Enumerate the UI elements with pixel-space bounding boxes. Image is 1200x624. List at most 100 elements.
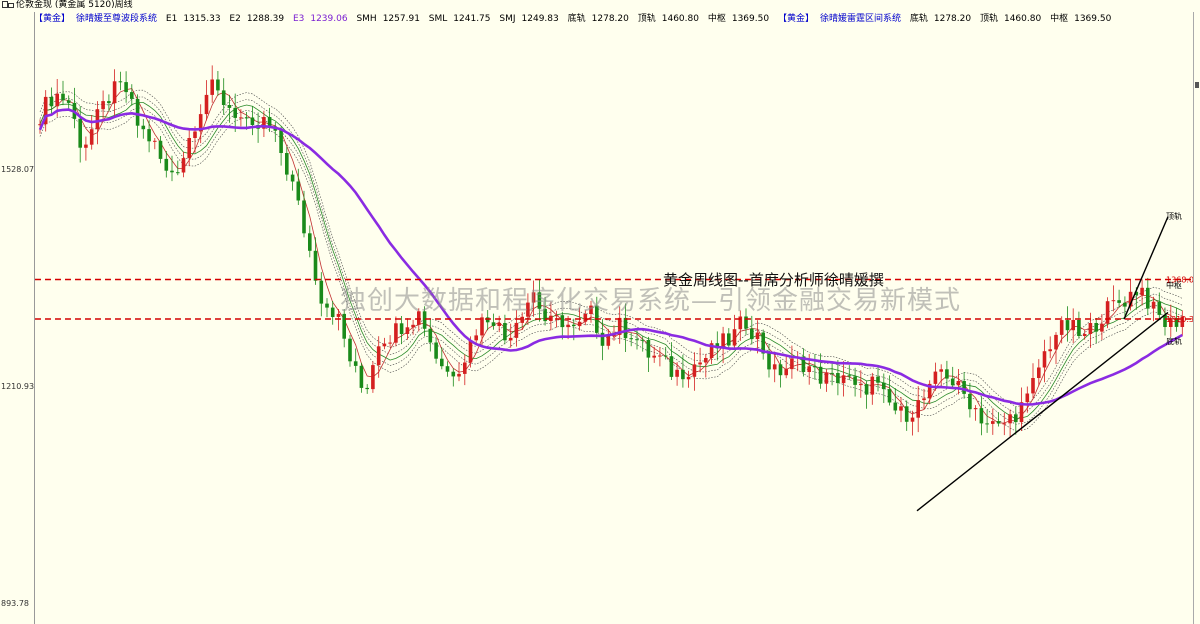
candle-body xyxy=(210,79,214,95)
candle-body xyxy=(49,96,54,107)
candle-body xyxy=(359,365,364,388)
candle-body xyxy=(1140,287,1144,295)
candle-body xyxy=(635,339,639,341)
candle-body xyxy=(468,340,473,363)
candle-body xyxy=(399,323,404,334)
candle-body xyxy=(1157,301,1162,315)
candle-body xyxy=(962,381,966,394)
candle-body xyxy=(1123,302,1127,307)
candle-body xyxy=(204,94,209,115)
candle-body xyxy=(101,101,105,110)
candle-body xyxy=(1100,323,1104,332)
candle-body xyxy=(244,117,249,119)
candle-body xyxy=(1054,334,1058,350)
candle-body xyxy=(870,376,875,395)
candle-body xyxy=(434,342,438,359)
candle-body xyxy=(830,372,834,374)
candle-body xyxy=(1151,301,1156,309)
candle-body xyxy=(445,366,450,372)
candle-body xyxy=(170,170,174,173)
candle-body xyxy=(164,158,169,171)
candle-body xyxy=(296,181,301,201)
candle-body xyxy=(141,125,146,130)
candle-body xyxy=(216,79,220,91)
candle-body xyxy=(859,384,863,386)
candle-body xyxy=(514,322,519,338)
candle-body xyxy=(89,129,94,145)
scroll-marker[interactable] xyxy=(1195,82,1199,88)
candle-body xyxy=(313,250,318,281)
candle-body xyxy=(1111,300,1116,302)
candle-body xyxy=(279,130,283,153)
candle-body xyxy=(451,371,456,377)
candle-body xyxy=(302,200,306,234)
candle-body xyxy=(371,365,375,390)
candle-body xyxy=(979,408,984,424)
candle-body xyxy=(973,408,978,410)
candle-body xyxy=(1065,320,1070,331)
candle-body xyxy=(61,93,65,101)
candle-body xyxy=(922,398,926,401)
candle-body xyxy=(1117,300,1121,303)
candle-body xyxy=(1105,301,1110,324)
candle-body xyxy=(233,107,237,118)
candle-body xyxy=(107,101,111,104)
candle-body xyxy=(221,90,226,105)
candle-body xyxy=(818,366,823,384)
candle-body xyxy=(290,174,295,182)
candle-body xyxy=(508,337,513,341)
candle-body xyxy=(623,317,628,339)
candle-body xyxy=(813,366,817,368)
candle-body xyxy=(1088,323,1093,334)
scroll-strip[interactable] xyxy=(1193,12,1200,624)
candle-body xyxy=(66,100,71,103)
candle-body xyxy=(187,138,191,159)
candle-body xyxy=(250,117,255,125)
candle-body xyxy=(836,373,840,384)
candle-body xyxy=(330,307,335,317)
candle-body xyxy=(675,369,679,377)
candle-body xyxy=(853,376,857,385)
window-icon xyxy=(2,0,14,9)
candle-body xyxy=(772,364,777,370)
candle-body xyxy=(480,317,484,336)
ma-long-line xyxy=(38,108,1183,406)
candle-body xyxy=(939,369,943,372)
candle-body xyxy=(755,332,760,340)
candle-body xyxy=(405,327,410,334)
candlestick-plot[interactable]: 顶轨1368.00中枢1310.30底轨 xyxy=(35,12,1193,624)
candle-body xyxy=(78,118,82,148)
candle-body xyxy=(629,338,633,340)
candle-body xyxy=(658,355,662,357)
candle-body xyxy=(153,140,157,142)
candle-body xyxy=(497,323,501,326)
price-axis[interactable]: 1528.07 1210.93 893.78 xyxy=(0,12,35,624)
chart-area[interactable]: 顶轨1368.00中枢1310.30底轨 xyxy=(35,12,1193,624)
candle-body xyxy=(652,355,656,358)
candle-body xyxy=(239,117,243,119)
candle-body xyxy=(491,322,496,326)
candle-body xyxy=(428,328,433,343)
candle-body xyxy=(606,335,611,346)
candle-body xyxy=(342,313,346,339)
title-bar: 伦敦金现 (黄金属 5120)周线 xyxy=(0,0,1200,11)
candle-body xyxy=(807,366,811,372)
candle-body xyxy=(147,129,151,142)
candle-body xyxy=(945,369,949,379)
candle-body xyxy=(485,317,490,323)
candle-body xyxy=(646,340,651,358)
candle-body xyxy=(882,382,886,390)
candle-body xyxy=(267,117,272,127)
candle-body xyxy=(698,362,702,365)
candle-body xyxy=(520,316,524,323)
candle-body xyxy=(463,362,467,374)
candle-body xyxy=(55,93,59,107)
band-line xyxy=(39,114,1183,432)
candle-body xyxy=(84,144,88,148)
candle-body xyxy=(348,338,352,362)
watermark: 独创大数据和程序化交易系统—引领金融交易新模式 xyxy=(340,286,962,316)
candle-body xyxy=(227,105,232,108)
candle-body xyxy=(681,369,685,380)
candle-body xyxy=(193,131,197,138)
candle-body xyxy=(353,361,358,366)
